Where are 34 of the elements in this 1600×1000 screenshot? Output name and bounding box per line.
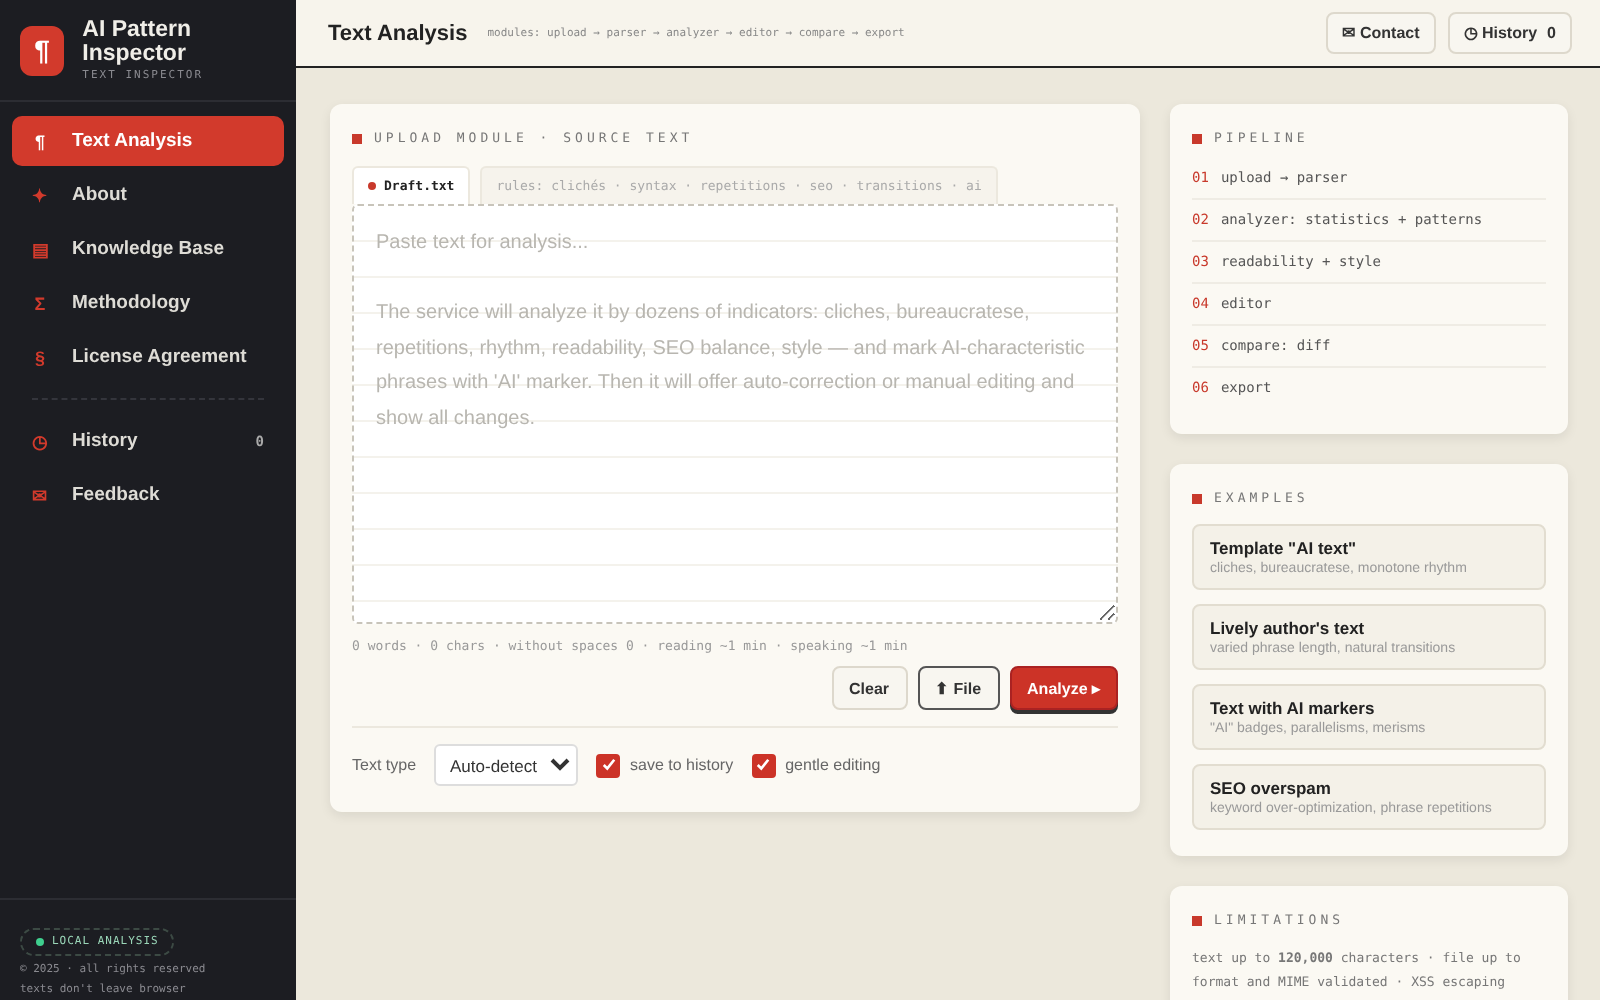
header-button[interactable]: ◷ History 0 [1447, 12, 1572, 54]
checkmark-icon [601, 758, 616, 772]
checkbox-label: gentle editing [785, 756, 881, 774]
app-title: AI Pattern Inspector [82, 18, 193, 66]
nav-icon: Σ [32, 293, 48, 313]
checkbox[interactable] [596, 753, 621, 777]
app-logo: ¶ [20, 25, 65, 75]
sidebar-item[interactable]: § License Agreement [12, 332, 284, 382]
checkbox-label: save to history [630, 756, 734, 774]
sidebar-item[interactable]: ✉ Feedback [12, 470, 284, 520]
sidebar-item[interactable]: Σ Methodology [12, 278, 284, 328]
nav-icon: § [32, 347, 48, 367]
text-type-select[interactable]: Auto-detect [434, 744, 579, 786]
square-icon [1192, 133, 1202, 143]
nav-icon: ✉ [32, 485, 48, 505]
square-icon [1192, 915, 1202, 925]
nav-icon: ▤ [32, 239, 48, 259]
square-icon [352, 133, 362, 143]
text-type-label: Text type [352, 756, 417, 774]
nav-icon: ◷ [32, 431, 48, 451]
nav-icon: ✦ [32, 185, 48, 205]
action-button[interactable]: Analyze ▸ [1009, 666, 1118, 710]
nav-icon: ¶ [32, 131, 48, 151]
sidebar-item[interactable]: ✦ About [12, 170, 284, 220]
sidebar-item[interactable]: ▤ Knowledge Base [12, 224, 284, 274]
checkbox[interactable] [751, 753, 776, 777]
header-button[interactable]: ✉ Contact [1325, 12, 1436, 54]
text-input-field[interactable]: Paste text for analysis... The service will analyze it by dozens of indicators: cliches, bureaucratese, repetitions, rhythm, readability, SEO balance, style — and mark AI-characteristic phrases with 'AI' marker. Then it will offer auto-correction or manual editing and show all changes. [352, 204, 1118, 624]
action-button[interactable]: Clear [831, 666, 908, 710]
page-title: Text Analysis [328, 21, 468, 45]
action-button[interactable]: ⬆ File [917, 666, 1000, 710]
checkmark-icon [756, 758, 771, 772]
sidebar-item[interactable]: ¶ Text Analysis [12, 116, 284, 166]
square-icon [1192, 493, 1202, 503]
